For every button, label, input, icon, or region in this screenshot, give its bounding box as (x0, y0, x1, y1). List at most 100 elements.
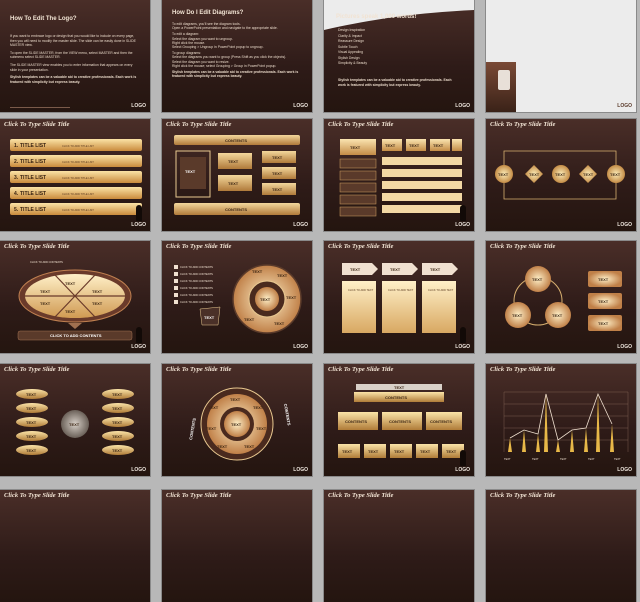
slide-title: How To Edit The Logo? (10, 16, 77, 22)
svg-text:1.: 1. (14, 143, 19, 149)
slide-thumbnail-2[interactable]: How Do I Edit Diagrams? To edit diagrams… (162, 0, 312, 112)
svg-text:CLICK TO ADD CONTENTS: CLICK TO ADD CONTENTS (50, 333, 102, 338)
svg-text:CONTENTS: CONTENTS (188, 417, 197, 440)
slide-thumbnail-5[interactable]: Click To Type Slide Title 1. TITLE LIST … (0, 119, 150, 231)
logo: LOGO (131, 103, 146, 109)
svg-text:CLICK TO ADD TITLE LIST: CLICK TO ADD TITLE LIST (62, 192, 94, 196)
svg-text:CLICK TO ADD TITLE LIST: CLICK TO ADD TITLE LIST (62, 160, 94, 164)
svg-text:TEXT: TEXT (277, 273, 288, 278)
pill-list-right: TEXT TEXT TEXT TEXT TEXT (102, 389, 134, 455)
svg-text:TEXT: TEXT (350, 145, 361, 150)
logo: LOGO (293, 344, 308, 350)
svg-text:TEXT: TEXT (420, 449, 431, 454)
slide-thumbnail-20[interactable]: Click To Type Slide Title (486, 490, 636, 602)
bullet-item: The SLIDE MASTER view enables you to ent… (10, 62, 133, 72)
svg-text:CLICK TO ADD TEXT: CLICK TO ADD TEXT (428, 288, 454, 292)
svg-text:TEXT: TEXT (231, 422, 242, 427)
org-leaf-box: TEXT (364, 444, 386, 458)
slide-thumbnail-8[interactable]: Click To Type Slide Title TEXT TEXT TEXT… (486, 119, 636, 231)
slide-title: How Do I Edit Diagrams? (172, 10, 244, 16)
svg-text:TEXT: TEXT (40, 289, 51, 294)
svg-text:TEXT: TEXT (40, 301, 51, 306)
svg-text:CLICK TO ADD TEXT: CLICK TO ADD TEXT (388, 288, 414, 292)
svg-text:TEXT: TEXT (433, 143, 444, 148)
logo: LOGO (293, 103, 308, 109)
svg-text:TEXT: TEXT (206, 426, 217, 431)
text-box: TEXT (262, 151, 296, 163)
svg-text:TEXT: TEXT (69, 422, 80, 427)
arrow-columns-diagram: TEXT TEXT TEXT CLICK TO ADD TEXT CLICK T… (342, 263, 458, 333)
slide-thumbnail-18[interactable]: Click To Type Slide Title (162, 490, 312, 602)
slide-thumbnail-16[interactable]: Click To Type Slide Title TEXT TEXT TEXT… (486, 364, 636, 476)
person-silhouette (460, 205, 466, 221)
svg-text:TEXT: TEXT (208, 405, 219, 410)
svg-text:TITLE LIST: TITLE LIST (20, 175, 46, 181)
svg-text:CLICK TO ADD TITLE LIST: CLICK TO ADD TITLE LIST (62, 208, 94, 212)
bullet-item: Stylish templates can be a valuable aid … (172, 70, 299, 79)
spike-chart-diagram: TEXT TEXT TEXT TEXT TEXT (503, 391, 629, 461)
logo: LOGO (131, 344, 146, 350)
slide-thumbnail-15[interactable]: Click To Type Slide Title TEXT CONTENTS … (324, 364, 474, 476)
bullet-list: If you want to embrace logo or design th… (10, 34, 138, 84)
slide-thumbnail-19[interactable]: Click To Type Slide Title (324, 490, 474, 602)
svg-text:CONTENTS: CONTENTS (225, 138, 247, 143)
svg-text:TEXT: TEXT (512, 313, 523, 318)
bullet-list: To edit diagrams, you'll see the diagram… (172, 22, 300, 78)
svg-text:CONTENTS: CONTENTS (430, 419, 452, 424)
svg-text:TITLE LIST: TITLE LIST (20, 159, 46, 165)
svg-text:TEXT: TEXT (583, 172, 594, 177)
org-level-box: CONTENTS (338, 412, 378, 430)
svg-text:TEXT: TEXT (529, 172, 540, 177)
svg-text:2.: 2. (14, 159, 19, 165)
org-leaf-box: TEXT (390, 444, 412, 458)
logo: LOGO (617, 344, 632, 350)
person-silhouette (460, 450, 466, 466)
slide-thumbnail-13[interactable]: Click To Type Slide Title TEXT TEXT TEXT… (0, 364, 150, 476)
svg-text:TEXT: TEXT (272, 187, 283, 192)
slide-thumbnail-11[interactable]: Click To Type Slide Title TEXT TEXT TEXT… (324, 241, 474, 353)
logo: LOGO (131, 222, 146, 228)
svg-text:TEXT: TEXT (112, 448, 123, 453)
logo: LOGO (617, 222, 632, 228)
svg-text:TEXT: TEXT (217, 444, 228, 449)
slide-thumbnail-4[interactable]: LOGO (486, 0, 636, 112)
svg-text:TEXT: TEXT (228, 159, 239, 164)
slide-thumbnail-10[interactable]: Click To Type Slide Title CLICK TO ADD C… (162, 241, 312, 353)
svg-text:TEXT: TEXT (552, 313, 563, 318)
svg-text:TEXT: TEXT (342, 449, 353, 454)
slide-thumbnail-17[interactable]: Click To Type Slide Title (0, 490, 150, 602)
person-silhouette (136, 327, 142, 343)
slide-thumbnail-1[interactable]: How To Edit The Logo? If you want to emb… (0, 0, 150, 112)
svg-text:TEXT: TEXT (598, 299, 609, 304)
contents-tree-diagram: CONTENTS TEXT TEXT TEXT TEXT TEXT TEXT C… (174, 135, 300, 215)
slide-thumbnail-7[interactable]: Click To Type Slide Title TEXT TEXT TEXT… (324, 119, 474, 231)
svg-text:TEXT: TEXT (253, 405, 264, 410)
photo-image (498, 70, 510, 90)
oval-segments-diagram: CLICK TO ADD CONTENTS TEXT TEXT TEXT TEX… (17, 260, 133, 341)
svg-text:TEXT: TEXT (26, 434, 37, 439)
svg-text:TEXT: TEXT (272, 155, 283, 160)
slide-thumbnail-12[interactable]: Click To Type Slide Title TEXT TEXT TEXT… (486, 241, 636, 353)
bullet-item: Right click the mouse; select Grouping >… (172, 63, 277, 68)
svg-text:TEXT: TEXT (560, 457, 567, 461)
slide-thumbnail-14[interactable]: Click To Type Slide Title CONTENTS CONTE… (162, 364, 312, 476)
slide-thumbnail-3[interactable]: Pictures speak 1,000 words! Design Inspi… (324, 0, 474, 112)
svg-text:TEXT: TEXT (185, 169, 196, 174)
logo: LOGO (293, 222, 308, 228)
slide-thumbnail-9[interactable]: Click To Type Slide Title CLICK TO ADD C… (0, 241, 150, 353)
svg-text:TEXT: TEXT (614, 457, 621, 461)
logo: LOGO (455, 103, 470, 109)
logo: LOGO (131, 467, 146, 473)
svg-text:TEXT: TEXT (588, 457, 595, 461)
svg-text:CLICK TO ADD CONTENTS: CLICK TO ADD CONTENTS (180, 272, 213, 276)
slide-title: Click To Type Slide Title (4, 492, 70, 499)
org-level-box: CONTENTS (382, 412, 422, 430)
svg-text:CONTENTS: CONTENTS (225, 207, 247, 212)
svg-text:CONTENTS: CONTENTS (385, 395, 407, 400)
text-box: TEXT (262, 167, 296, 179)
slide-thumbnail-6[interactable]: Click To Type Slide Title CONTENTS TEXT … (162, 119, 312, 231)
svg-text:TEXT: TEXT (112, 434, 123, 439)
svg-text:TEXT: TEXT (26, 448, 37, 453)
svg-text:TEXT: TEXT (244, 444, 255, 449)
slide-title: Click To Type Slide Title (490, 492, 556, 499)
